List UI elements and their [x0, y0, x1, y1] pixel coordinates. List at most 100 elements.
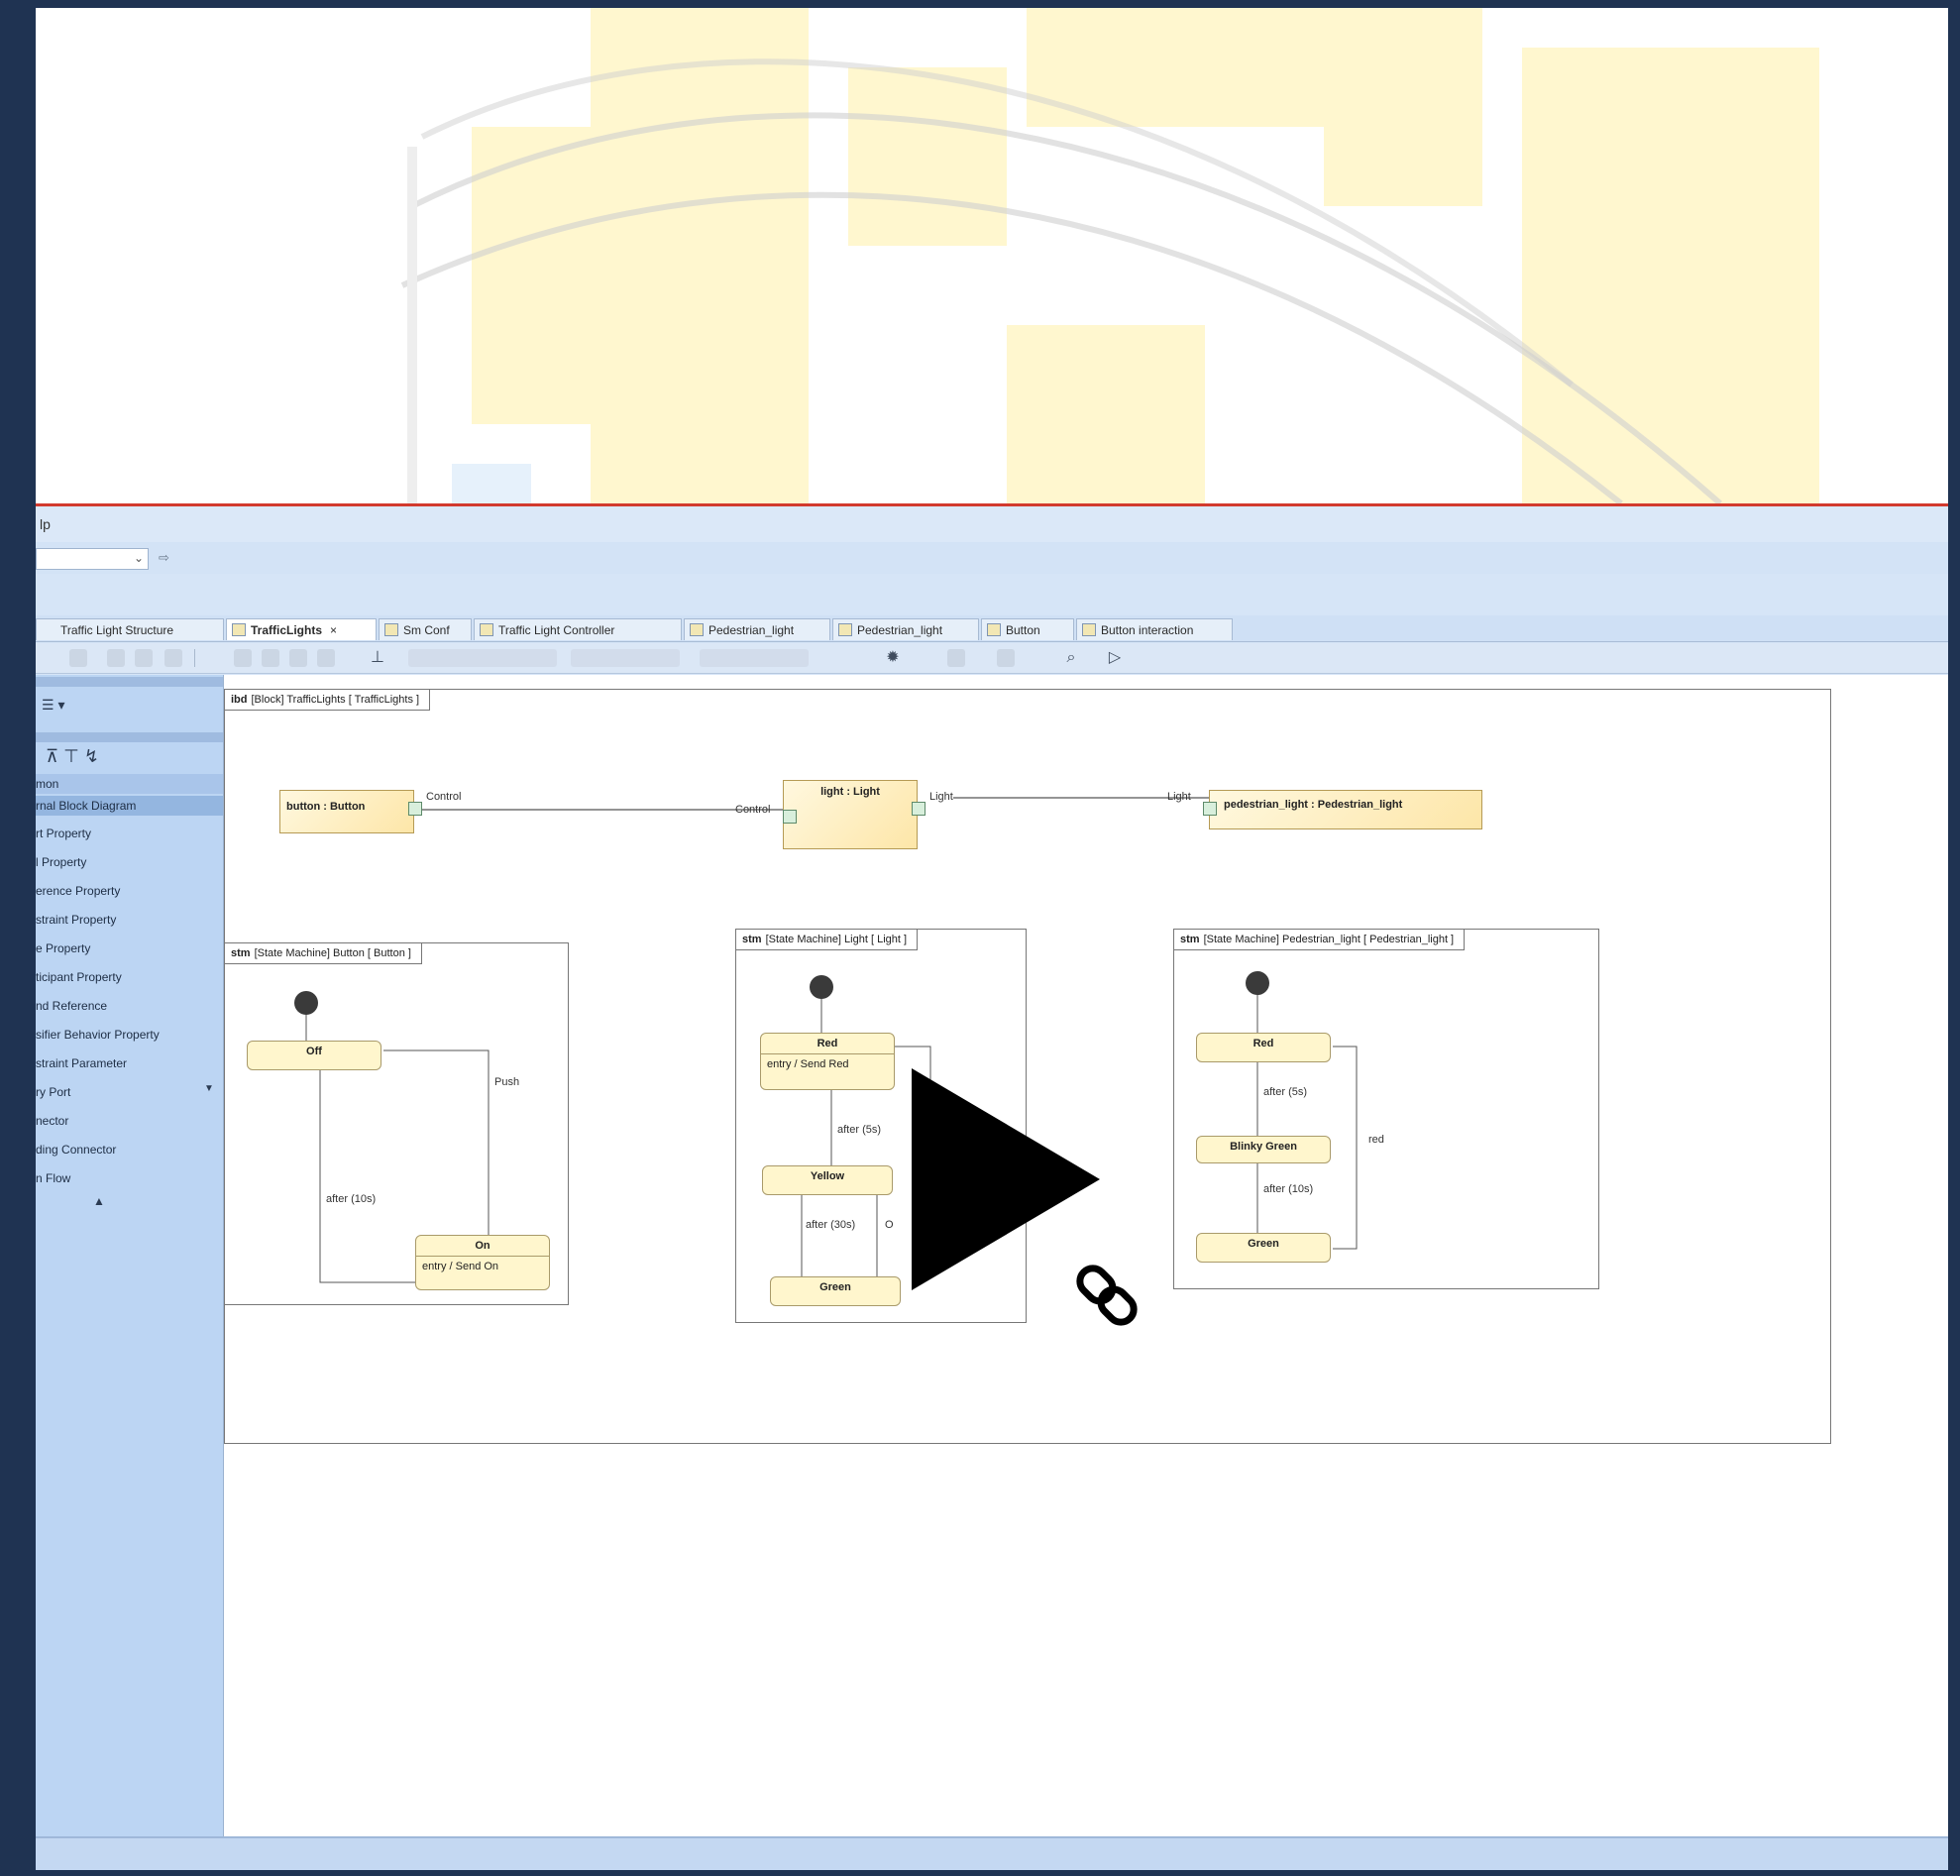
diagram-icon	[838, 623, 852, 636]
palette-header	[36, 732, 223, 742]
state-green[interactable]: Green	[1196, 1233, 1331, 1263]
palette-category[interactable]: mon	[36, 774, 223, 794]
state-on[interactable]: On entry / Send On	[415, 1235, 550, 1290]
port-label-control-out: Control	[426, 791, 462, 803]
zoom-icon[interactable]: ⌕	[1062, 649, 1080, 667]
transition-after5-label: after (5s)	[837, 1124, 882, 1136]
window-frame-top	[0, 0, 1960, 8]
toolbar-tool-icon[interactable]	[262, 649, 279, 667]
toolbar-disabled-group	[571, 649, 680, 667]
menu-help[interactable]: lp	[40, 516, 51, 532]
settings-icon[interactable]: ✹	[884, 649, 902, 667]
diagram-icon	[690, 623, 704, 636]
palette-item[interactable]: l Property	[36, 850, 223, 874]
state-off[interactable]: Off	[247, 1041, 381, 1070]
toolbar-tool-icon[interactable]	[947, 649, 965, 667]
transition-o-label: O	[885, 1219, 894, 1231]
toolbar-disabled-group	[408, 649, 557, 667]
palette-item[interactable]: rt Property	[36, 822, 223, 845]
go-icon[interactable]: ⇨	[159, 550, 169, 566]
initial-pseudostate	[1246, 971, 1269, 995]
diagram-icon	[1082, 623, 1096, 636]
tab-sm-conf[interactable]: Sm Conf	[379, 618, 472, 640]
stm-pedestrian-frame: stm [State Machine] Pedestrian_light [ Pe…	[1173, 929, 1599, 1289]
palette-item[interactable]: ding Connector	[36, 1138, 223, 1161]
palette-item[interactable]: nector	[36, 1109, 223, 1133]
toolbar-separator	[194, 649, 195, 667]
diagram-icon	[987, 623, 1001, 636]
toolbar-disabled-group	[700, 649, 809, 667]
combo-row: ⌄ ⇨	[36, 542, 1948, 574]
diagram-toolbar: ⊥ ✹ ⌕ ▷	[36, 643, 1948, 674]
toolbar-tool-icon[interactable]	[135, 649, 153, 667]
stm-button-frame: stm [State Machine] Button [ Button ] Off…	[224, 942, 569, 1305]
tab-trafficlights[interactable]: TrafficLights ×	[226, 618, 377, 640]
collapse-arrow-icon[interactable]: ▲	[93, 1194, 105, 1208]
transition-after30-label: after (30s)	[806, 1219, 856, 1231]
expand-arrow-icon[interactable]: ▼	[204, 1083, 214, 1094]
palette-category-ibd[interactable]: rnal Block Diagram	[36, 796, 223, 816]
tab-traffic-light-structure[interactable]: Traffic Light Structure	[36, 618, 224, 640]
port-label-light-out: Light	[929, 791, 953, 803]
palette-item[interactable]: ry Port	[36, 1080, 223, 1104]
tab-pedestrian-light-2[interactable]: Pedestrian_light	[832, 618, 979, 640]
port-label-control-in: Control	[735, 804, 771, 816]
palette-item[interactable]: e Property	[36, 937, 223, 960]
transition-after5-label: after (5s)	[1263, 1086, 1308, 1098]
toolbar-tool-icon[interactable]	[317, 649, 335, 667]
ibd-icon	[232, 623, 246, 636]
port-control-out[interactable]	[408, 802, 422, 816]
link-icon[interactable]	[1062, 1251, 1151, 1340]
transition-after-label: after (10s)	[326, 1193, 377, 1205]
layout-icon[interactable]: ⊥	[369, 649, 386, 667]
transition-red-label: red	[1368, 1134, 1384, 1146]
port-control-in[interactable]	[783, 810, 797, 824]
initial-pseudostate	[810, 975, 833, 999]
perspective-select[interactable]: ⌄	[36, 548, 149, 570]
palette-item[interactable]: straint Parameter	[36, 1051, 223, 1075]
state-yellow[interactable]: Yellow	[762, 1165, 893, 1195]
close-tab-icon[interactable]: ×	[330, 623, 337, 637]
toolbar-tool-icon[interactable]	[234, 649, 252, 667]
toolbar-tool-icon[interactable]	[289, 649, 307, 667]
palette-item[interactable]: nd Reference	[36, 994, 223, 1018]
state-red[interactable]: Red entry / Send Red	[760, 1033, 895, 1090]
state-blinky-green[interactable]: Blinky Green	[1196, 1136, 1331, 1163]
toolbar-tool-icon[interactable]	[69, 649, 87, 667]
state-green[interactable]: Green	[770, 1276, 901, 1306]
transition-after10-label: after (10s)	[1263, 1183, 1314, 1195]
tab-pedestrian-light-1[interactable]: Pedestrian_light	[684, 618, 830, 640]
run-icon[interactable]: ▷	[1106, 649, 1124, 667]
menu-bar: lp	[36, 506, 1948, 542]
palette-item[interactable]: ticipant Property	[36, 965, 223, 989]
window-frame-left	[0, 0, 36, 1876]
port-light-in[interactable]	[1203, 802, 1217, 816]
part-button[interactable]: button : Button	[279, 790, 414, 833]
transition-push-label: Push	[494, 1076, 520, 1088]
toolbar-tool-icon[interactable]	[164, 649, 182, 667]
model-palette: ☰ ▾ ⊼ ⊤ ↯ mon rnal Block Diagram rt Prop…	[36, 675, 224, 1844]
tab-traffic-light-controller[interactable]: Traffic Light Controller	[474, 618, 682, 640]
window-frame-right	[1948, 0, 1960, 1876]
toolbar-tool-icon[interactable]	[997, 649, 1015, 667]
config-icon	[384, 623, 398, 636]
palette-item[interactable]: sifier Behavior Property	[36, 1023, 223, 1047]
tab-button[interactable]: Button	[981, 618, 1074, 640]
port-light-out[interactable]	[912, 802, 926, 816]
splash-background	[36, 8, 1948, 503]
port-label-light-in: Light	[1167, 791, 1191, 803]
part-light[interactable]: light : Light	[783, 780, 918, 849]
initial-pseudostate	[294, 991, 318, 1015]
palette-item[interactable]: n Flow	[36, 1166, 223, 1190]
state-red[interactable]: Red	[1196, 1033, 1331, 1062]
palette-filter-icons[interactable]: ⊼ ⊤ ↯	[46, 746, 99, 767]
diagram-icon	[480, 623, 493, 636]
tab-button-interaction[interactable]: Button interaction	[1076, 618, 1233, 640]
palette-layout-icon[interactable]: ☰ ▾	[42, 697, 64, 714]
palette-item[interactable]: erence Property	[36, 879, 223, 903]
chevron-down-icon: ⌄	[133, 551, 144, 565]
toolbar-tool-icon[interactable]	[107, 649, 125, 667]
palette-header	[36, 677, 223, 687]
part-pedestrian-light[interactable]: pedestrian_light : Pedestrian_light	[1209, 790, 1482, 829]
palette-item[interactable]: straint Property	[36, 908, 223, 932]
